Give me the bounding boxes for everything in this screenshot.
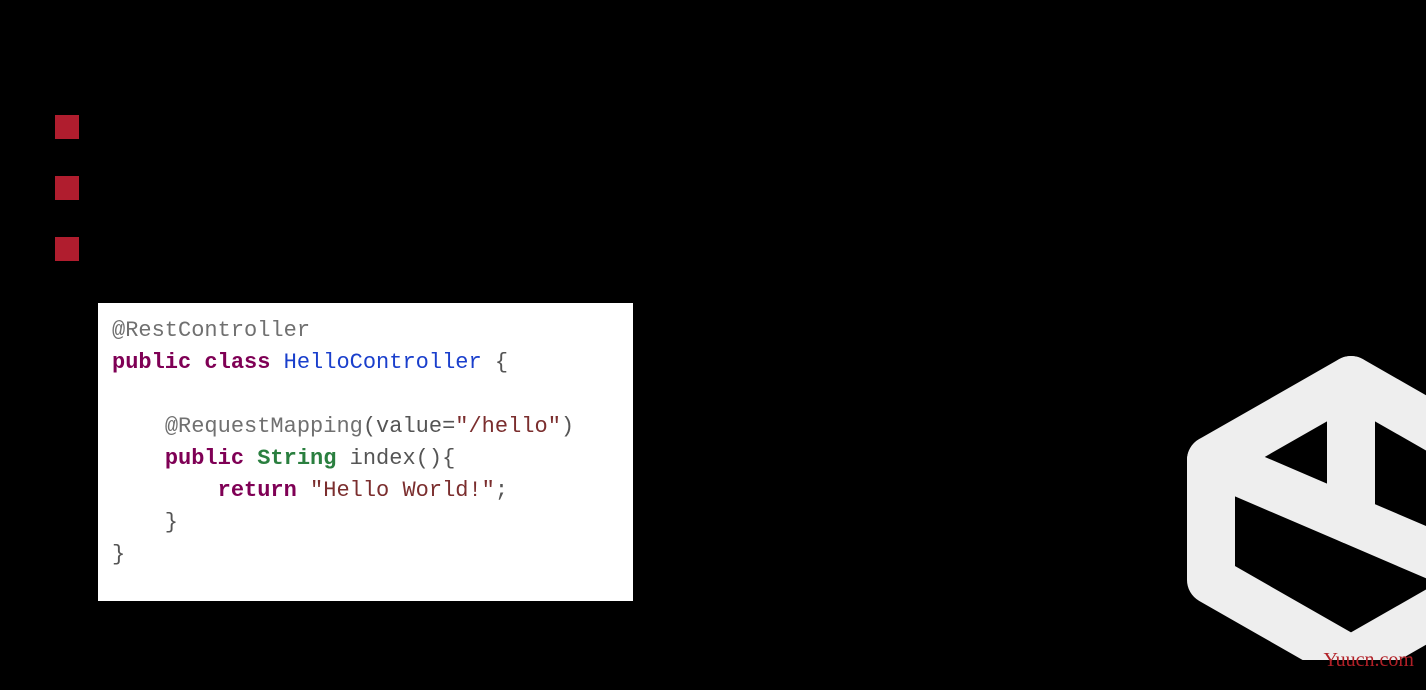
code-space — [297, 478, 310, 503]
code-string: "Hello World!" — [310, 478, 495, 503]
watermark-logo-icon — [1151, 300, 1426, 660]
code-punc: } — [112, 542, 125, 567]
bullet-square — [55, 237, 79, 261]
code-type: String — [257, 446, 336, 471]
bullet-square — [55, 115, 79, 139]
code-keyword: public — [165, 446, 244, 471]
code-class-name: HelloController — [284, 350, 482, 375]
code-string: "/hello" — [455, 414, 561, 439]
code-keyword: return — [218, 478, 297, 503]
code-annotation: @RestController — [112, 318, 310, 343]
code-annotation: @RequestMapping — [165, 414, 363, 439]
code-punc: ; — [495, 478, 508, 503]
code-punc: } — [112, 510, 178, 535]
code-punc: ) — [561, 414, 574, 439]
code-punc: (value= — [363, 414, 455, 439]
bullet-list — [55, 115, 79, 298]
bullet-square — [55, 176, 79, 200]
code-keyword: public — [112, 350, 191, 375]
code-punc: index(){ — [336, 446, 455, 471]
code-punc: { — [482, 350, 508, 375]
code-keyword: class — [204, 350, 270, 375]
watermark-text: Yuucn.com — [1323, 649, 1414, 672]
code-snippet: @RestController public class HelloContro… — [98, 303, 633, 601]
